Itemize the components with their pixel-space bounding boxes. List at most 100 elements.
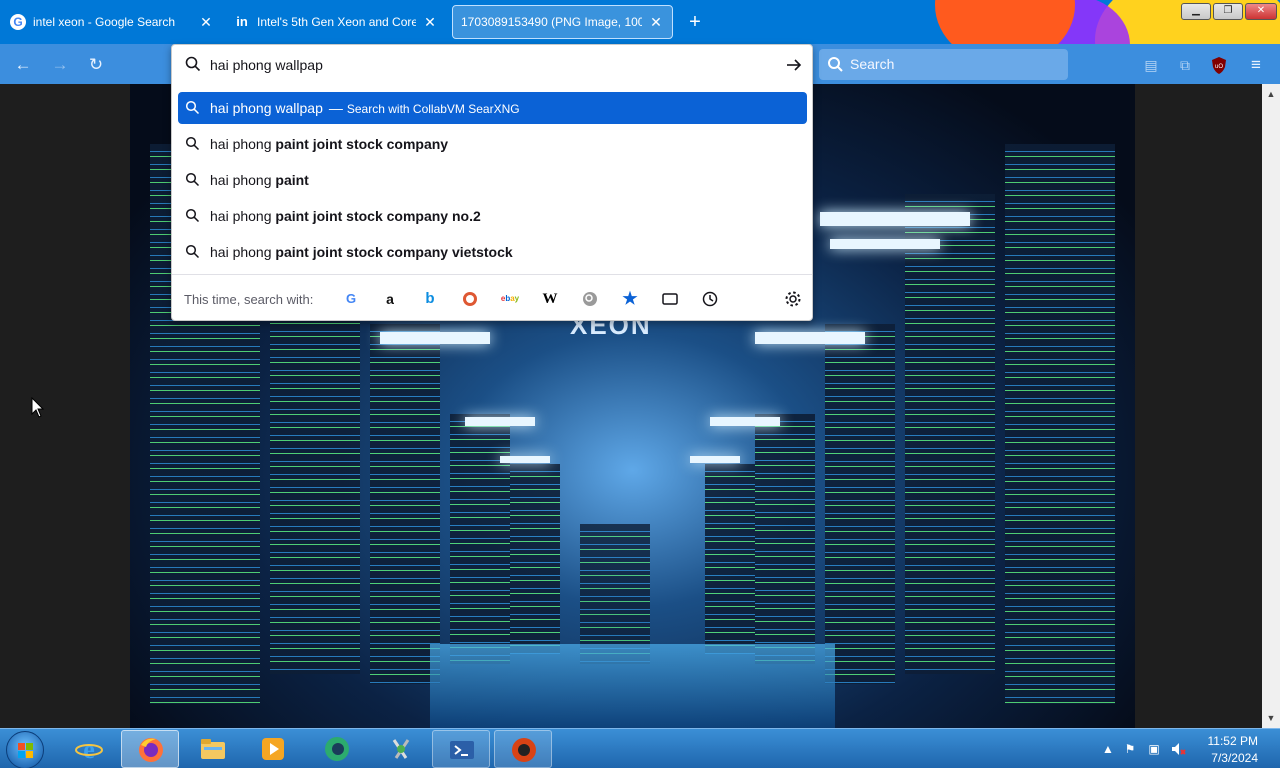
gear-icon[interactable]	[783, 289, 803, 309]
ceiling-light	[380, 332, 490, 344]
server-rack	[370, 324, 440, 684]
ublock-origin-icon[interactable]: uO	[1208, 54, 1230, 76]
taskbar-file-explorer[interactable]	[184, 730, 242, 768]
tab-close-icon[interactable]: ✕	[648, 14, 664, 31]
search-bar[interactable]: Search	[819, 49, 1068, 80]
network-tool-icon	[392, 739, 410, 759]
suggestion-item-selected[interactable]: hai phong wallpap — Search with CollabVM S…	[178, 92, 807, 124]
tab-png-image[interactable]: 1703089153490 (PNG Image, 1001 ✕	[452, 5, 673, 39]
svg-text:e: e	[83, 735, 95, 764]
address-bar-input[interactable]: hai phong wallpap	[172, 45, 812, 86]
ceiling-light	[690, 456, 740, 463]
suggestion-completion: paint joint stock company vietstock	[275, 244, 513, 260]
svg-text:uO: uO	[1215, 64, 1223, 70]
server-rack	[755, 414, 815, 664]
tab-intel-article[interactable]: in Intel's 5th Gen Xeon and Core U ✕	[226, 5, 446, 39]
server-rack	[450, 414, 510, 664]
file-explorer-icon	[201, 739, 225, 759]
back-arrow-icon[interactable]: ←	[12, 54, 34, 76]
reader-view-icon[interactable]: ▤	[1140, 54, 1162, 76]
search-icon	[185, 136, 200, 151]
reload-icon[interactable]: ↻	[85, 54, 107, 76]
ebay-icon[interactable]: ebay	[500, 289, 520, 309]
forward-arrow-icon[interactable]: →	[49, 54, 71, 76]
search-icon	[185, 172, 200, 187]
address-bar-dropdown: hai phong wallpap hai phong wallpap — Sear…	[171, 44, 813, 321]
suggestion-typed: hai phong	[210, 208, 276, 224]
network-icon[interactable]: ▣	[1146, 741, 1162, 757]
duckduckgo-icon[interactable]	[460, 289, 480, 309]
vertical-scrollbar[interactable]: ▲ ▼	[1262, 84, 1280, 728]
action-center-flag-icon[interactable]: ⚑	[1122, 741, 1138, 757]
search-icon	[185, 208, 200, 223]
menu-icon[interactable]: ≡	[1245, 54, 1267, 76]
go-arrow-icon[interactable]	[784, 55, 804, 75]
suggestion-action: Search with CollabVM SearXNG	[346, 102, 520, 116]
search-icon	[185, 100, 200, 115]
taskbar-ccleaner[interactable]	[308, 730, 366, 768]
suggestion-typed: hai phong	[210, 244, 276, 260]
address-bar-text: hai phong wallpap	[210, 57, 323, 73]
scroll-down-arrow-icon[interactable]: ▼	[1262, 710, 1280, 726]
suggestion-text: hai phong paint joint stock company viet…	[210, 244, 513, 260]
server-rack	[825, 324, 895, 684]
ceiling-light	[465, 417, 535, 426]
volume-muted-icon[interactable]	[1170, 741, 1186, 757]
tab-strip: G intel xeon - Google Search ✕ in Intel'…	[0, 0, 1280, 44]
history-icon[interactable]	[700, 289, 720, 309]
taskbar-powershell[interactable]	[432, 730, 490, 768]
google-icon[interactable]: G	[341, 289, 361, 309]
start-button[interactable]	[6, 731, 44, 768]
searxng-icon[interactable]	[580, 289, 600, 309]
ceiling-light	[830, 239, 940, 249]
search-icon	[828, 57, 843, 72]
firefox-icon	[139, 738, 163, 762]
search-icon	[185, 56, 201, 72]
scroll-up-arrow-icon[interactable]: ▲	[1262, 86, 1280, 102]
taskbar-app[interactable]	[494, 730, 552, 768]
suggestion-text: hai phong paint joint stock company no.2	[210, 208, 481, 224]
suggestion-text: hai phong paint joint stock company	[210, 136, 448, 152]
suggestion-typed: hai phong	[210, 172, 276, 188]
clock-time[interactable]: 11:52 PM	[1198, 734, 1258, 748]
tab-close-icon[interactable]: ✕	[422, 14, 438, 31]
extensions-icon[interactable]: ⧉	[1174, 54, 1196, 76]
google-favicon-icon: G	[10, 14, 26, 30]
ceiling-light	[755, 332, 865, 344]
show-hidden-icons-icon[interactable]: ▲	[1100, 741, 1116, 757]
search-placeholder: Search	[850, 56, 895, 72]
amazon-icon[interactable]: a	[380, 289, 400, 309]
search-icon	[185, 244, 200, 259]
taskbar: e ▲ ⚑ ▣ 11:52 PM 7/3/2024	[0, 728, 1280, 768]
app-icon	[512, 738, 536, 762]
new-tab-button[interactable]: +	[684, 10, 706, 34]
taskbar-network-tool[interactable]	[372, 730, 430, 768]
linkedin-favicon-icon: in	[236, 14, 248, 29]
bing-icon[interactable]: b	[420, 289, 440, 309]
wikipedia-icon[interactable]: W	[540, 289, 560, 309]
ceiling-light	[710, 417, 780, 426]
theme-decoration	[935, 0, 1075, 44]
suggestion-item[interactable]: hai phong paint joint stock company	[178, 128, 807, 160]
tab-title: 1703089153490 (PNG Image, 1001	[461, 15, 642, 29]
tabs-icon[interactable]	[660, 289, 680, 309]
tab-google-search[interactable]: G intel xeon - Google Search ✕	[2, 5, 222, 39]
taskbar-firefox[interactable]	[121, 730, 179, 768]
floor-reflection	[430, 644, 835, 728]
window-close-button[interactable]: ✕	[1245, 3, 1277, 20]
suggestion-item[interactable]: hai phong paint joint stock company no.2	[178, 200, 807, 232]
suggestion-completion: paint	[275, 172, 309, 188]
restore-button[interactable]: ❐	[1213, 3, 1243, 20]
powershell-icon	[450, 741, 474, 759]
taskbar-media-player[interactable]	[244, 730, 302, 768]
tab-close-icon[interactable]: ✕	[198, 14, 214, 31]
suggestion-typed: hai phong	[210, 136, 276, 152]
minimize-button[interactable]: ▁	[1181, 3, 1211, 20]
bookmarks-icon[interactable]: ★	[620, 289, 640, 309]
taskbar-internet-explorer[interactable]: e	[60, 730, 118, 768]
tab-title: Intel's 5th Gen Xeon and Core U	[257, 15, 416, 29]
suggestion-item[interactable]: hai phong paint joint stock company viet…	[178, 236, 807, 268]
one-off-label: This time, search with:	[184, 292, 314, 307]
clock-date[interactable]: 7/3/2024	[1198, 751, 1258, 765]
suggestion-item[interactable]: hai phong paint	[178, 164, 807, 196]
